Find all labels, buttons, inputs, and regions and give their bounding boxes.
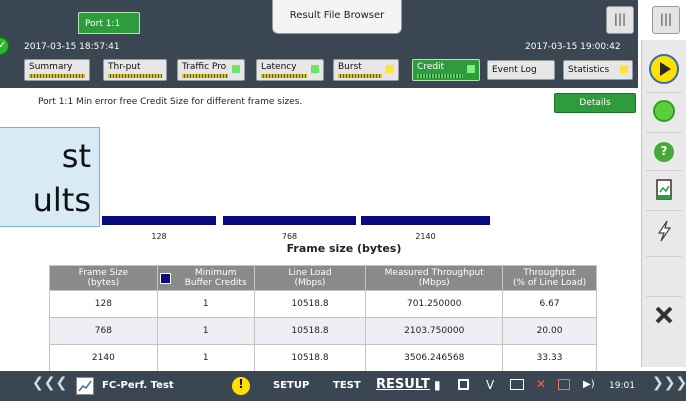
tab-credit[interactable]: Credit xyxy=(412,59,480,81)
bottom-taskbar: ❮❮❮ FC-Perf. Test ! SETUP TEST RESULT ▮ … xyxy=(0,371,686,401)
credit-led-icon xyxy=(467,65,475,73)
x-axis-label: Frame size (bytes) xyxy=(287,242,402,255)
col-frame-size: Frame Size (bytes) xyxy=(49,265,158,291)
tab-latency-label: Latency xyxy=(261,62,297,72)
table-cell: 10518.8 xyxy=(253,290,367,318)
table-cell: 701.250000 xyxy=(365,290,504,318)
legend-swatch-icon xyxy=(160,272,172,284)
col-min-buffer-credits: Minimum Buffer Credits xyxy=(156,265,255,291)
callout-line-1: st xyxy=(61,137,91,175)
table-cell: 33.33 xyxy=(502,344,597,372)
x-tick-label: 768 xyxy=(282,232,297,241)
warning-icon[interactable]: ! xyxy=(232,377,250,395)
close-icon[interactable] xyxy=(649,302,679,332)
app-name: FC-Perf. Test xyxy=(102,380,174,391)
callout-box: st ults xyxy=(0,127,100,227)
current-timestamp: 2017-03-15 19:00:42 xyxy=(525,42,621,52)
storage-icon xyxy=(458,379,469,390)
tab-burst-label: Burst xyxy=(338,62,362,72)
table-cell: 1 xyxy=(156,344,255,372)
help-icon[interactable]: ? xyxy=(654,142,674,162)
tab-throughput-label: Thr-put xyxy=(108,62,141,72)
table-cell: 3506.246568 xyxy=(365,344,504,372)
lightning-icon[interactable] xyxy=(649,218,679,248)
table-cell: 10518.8 xyxy=(253,317,367,345)
col-line-load: Line Load (Mbps) xyxy=(253,265,367,291)
window-title: Result File Browser xyxy=(272,0,402,34)
result-tab[interactable]: RESULT xyxy=(376,377,430,392)
results-subtitle: Port 1:1 Min error free Credit Size for … xyxy=(38,97,303,107)
tab-credit-label: Credit xyxy=(417,62,445,72)
traffic-pro-meter-icon xyxy=(182,74,228,78)
table-cell: 768 xyxy=(49,317,158,345)
play-icon[interactable] xyxy=(649,54,679,84)
credit-chart: 128 768 2140 Frame size (bytes) xyxy=(102,216,490,255)
latency-led-icon xyxy=(311,65,319,73)
statistics-button[interactable]: Statistics xyxy=(563,60,633,80)
app-chart-icon xyxy=(76,377,94,395)
start-timestamp: 2017-03-15 18:57:41 xyxy=(24,42,120,52)
collapse-left-icon[interactable]: ❮❮❮ xyxy=(32,375,67,397)
table-cell: 10518.8 xyxy=(253,344,367,372)
tab-latency[interactable]: Latency xyxy=(256,59,324,81)
volume-icon[interactable]: ▶) xyxy=(583,379,595,390)
network-icon xyxy=(510,379,524,390)
summary-meter-icon xyxy=(29,74,85,78)
bar-128 xyxy=(102,216,216,225)
table-row: 128 1 10518.8 701.250000 6.67 xyxy=(49,290,597,318)
table-row: 768 1 10518.8 2103.750000 20.00 xyxy=(49,317,597,345)
table-cell: 2140 xyxy=(49,344,158,372)
status-check-icon xyxy=(0,36,10,56)
port-tab[interactable]: Port 1:1 xyxy=(78,12,140,34)
burst-meter-icon xyxy=(338,74,382,78)
panel-menu-icon[interactable]: ||| xyxy=(606,6,634,34)
bar-768 xyxy=(223,216,356,225)
tab-summary[interactable]: Summary xyxy=(24,59,90,81)
col-throughput-percent: Throughput (% of Line Load) xyxy=(502,265,597,291)
table-cell: 6.67 xyxy=(502,290,597,318)
table-cell: 1 xyxy=(156,290,255,318)
col-measured-throughput: Measured Throughput (Mbps) xyxy=(365,265,504,291)
expand-right-icon[interactable]: ❯❯❯ xyxy=(652,375,686,397)
statistics-label: Statistics xyxy=(568,65,610,75)
side-panel: ? xyxy=(641,40,686,367)
tab-summary-label: Summary xyxy=(29,62,73,72)
status-led-icon xyxy=(653,100,675,122)
ethernet-icon xyxy=(558,379,570,390)
test-tab[interactable]: TEST xyxy=(333,380,361,391)
results-table: Frame Size (bytes) Minimum Buffer Credits … xyxy=(49,265,597,372)
tab-traffic-pro-label: Traffic Pro xyxy=(182,62,227,72)
statistics-led-icon xyxy=(620,65,628,73)
signal-icon: V xyxy=(486,378,495,392)
clock: 19:01 xyxy=(609,381,635,391)
callout-line-2: ults xyxy=(32,181,91,219)
table-cell: 128 xyxy=(49,290,158,318)
details-button[interactable]: Details xyxy=(554,93,636,113)
table-row: 2140 1 10518.8 3506.246568 33.33 xyxy=(49,344,597,372)
power-plug-icon: ▮ xyxy=(434,378,441,392)
side-menu-icon[interactable]: ||| xyxy=(652,6,680,34)
credit-meter-icon xyxy=(417,74,463,78)
burst-led-icon xyxy=(386,65,394,73)
bar-2140 xyxy=(361,216,490,225)
tab-traffic-pro[interactable]: Traffic Pro xyxy=(177,59,245,81)
table-cell: 2103.750000 xyxy=(365,317,504,345)
table-header-row: Frame Size (bytes) Minimum Buffer Credits … xyxy=(49,265,597,291)
tab-throughput[interactable]: Thr-put xyxy=(103,59,167,81)
throughput-meter-icon xyxy=(108,74,162,78)
x-tick-label: 128 xyxy=(151,232,166,241)
table-cell: 1 xyxy=(156,317,255,345)
traffic-pro-led-icon xyxy=(232,65,240,73)
report-icon[interactable] xyxy=(649,177,679,207)
table-cell: 20.00 xyxy=(502,317,597,345)
tab-burst[interactable]: Burst xyxy=(333,59,399,81)
setup-tab[interactable]: SETUP xyxy=(273,380,309,391)
latency-meter-icon xyxy=(261,74,307,78)
event-log-button[interactable]: Event Log xyxy=(487,60,555,80)
x-tick-label: 2140 xyxy=(415,232,435,241)
wifi-off-icon: ✕ xyxy=(536,377,547,391)
